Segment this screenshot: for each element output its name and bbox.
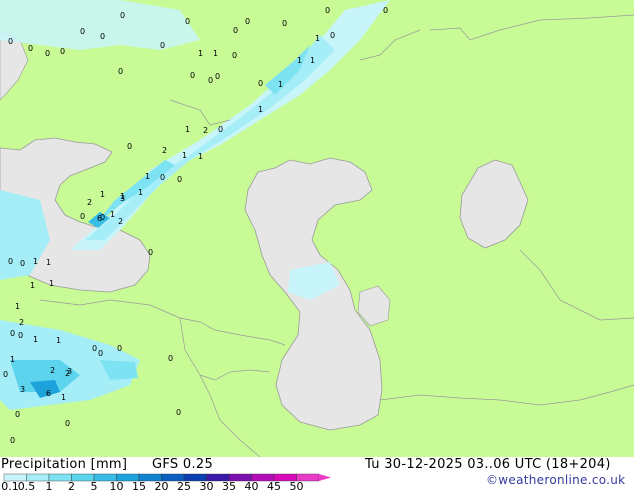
precip-value-label: 0 [92,344,98,353]
legend-label: 45 [267,480,281,490]
precip-value-label: 0 [117,344,123,353]
precip-value-label: 0 [10,436,16,445]
precip-value-label: 1 [30,281,36,290]
precip-value-label: 1 [110,210,116,219]
precip-value-label: 1 [10,355,16,364]
precip-value-label: 0 [233,26,239,35]
precip-value-label: 1 [297,56,303,65]
precip-value-label: 0 [232,51,238,60]
precip-value-label: 0 [177,175,183,184]
precip-value-label: 1 [213,49,219,58]
precip-value-label: 0 [8,37,14,46]
precip-value-label: 1 [46,258,52,267]
legend-label: 40 [245,480,259,490]
precip-value-label: 0 [3,370,9,379]
precip-value-label: 0 [10,329,16,338]
legend-label: 0.5 [18,480,36,490]
precip-value-label: 1 [198,49,204,58]
precip-value-label: 0 [120,11,126,20]
precip-value-label: 1 [15,302,21,311]
map-footer: Precipitation [mm] GFS 0.25 Tu 30-12-202… [0,457,634,490]
precip-value-label: 0 [215,72,221,81]
precip-value-label: 1 [198,152,204,161]
legend-label: 25 [177,480,191,490]
precip-value-label: 0 [330,31,336,40]
precip-value-label: 1 [33,335,39,344]
precip-value-label: 1 [185,125,191,134]
precip-value-label: 0 [80,212,86,221]
precip-value-label: 0 [208,76,214,85]
legend-arrow [319,474,331,481]
legend-label: 2 [68,480,75,490]
precip-value-label: 0 [383,6,389,15]
precip-value-label: 2 [19,318,25,327]
legend-label: 5 [91,480,98,490]
precip-value-label: 3 [120,194,126,203]
precip-value-label: 1 [61,393,67,402]
precip-value-label: 0 [258,79,264,88]
legend-label: 50 [290,480,304,490]
precip-value-label: 1 [100,190,106,199]
precip-value-label: 1 [33,257,39,266]
precip-value-label: 2 [50,366,56,375]
precip-value-label: 1 [310,56,316,65]
precip-value-label: 0 [168,354,174,363]
precip-value-label: 0 [190,71,196,80]
precip-value-label: 6 [97,214,103,223]
precip-value-label: 0 [8,257,14,266]
precip-value-label: 0 [282,19,288,28]
precip-value-label: 1 [56,336,62,345]
legend-label: 0.1 [1,480,19,490]
legend-label: 1 [46,480,53,490]
credit-text: ©weatheronline.co.uk [486,473,626,487]
precip-value-label: 0 [80,27,86,36]
precip-value-label: 2 [65,369,71,378]
precip-value-label: 2 [162,146,168,155]
precip-value-label: 3 [20,385,26,394]
precip-value-label: 0 [127,142,133,151]
legend-colorbar: 0.1 0.5 1 2 5 10 15 20 25 30 35 40 45 50 [1,473,331,490]
precip-value-label: 0 [28,44,34,53]
precip-value-label: 1 [315,34,321,43]
legend-label: 35 [222,480,236,490]
precip-value-label: 0 [15,410,21,419]
precip-value-label: 1 [49,279,55,288]
precip-value-label: 2 [203,126,209,135]
legend-label: 20 [155,480,169,490]
legend-label: 10 [110,480,124,490]
precip-value-label: 0 [18,331,24,340]
precip-value-label: 0 [325,6,331,15]
precip-value-label: 2 [118,217,124,226]
precip-value-label: 0 [60,47,66,56]
precip-value-label: 0 [100,32,106,41]
precip-value-label: 0 [185,17,191,26]
precip-value-label: 0 [20,259,26,268]
precip-value-label: 0 [218,125,224,134]
precip-value-label: 0 [65,419,71,428]
legend-label: 15 [132,480,146,490]
precip-value-label: 1 [182,151,188,160]
precip-value-label: 1 [145,172,151,181]
precip-value-label: 0 [176,408,182,417]
precip-value-label: 0 [118,67,124,76]
precip-value-label: 0 [245,17,251,26]
forecast-datetime: Tu 30-12-2025 03..06 UTC (18+204) [365,457,611,472]
precip-value-label: 1 [138,188,144,197]
precip-value-label: 0 [98,349,104,358]
precip-value-label: 2 [87,198,93,207]
precip-value-label: 1 [258,105,264,114]
precip-value-label: 0 [160,173,166,182]
precip-value-label: 6 [46,389,52,398]
precip-value-label: 0 [45,49,51,58]
legend-label: 30 [200,480,214,490]
precip-value-label: 1 [278,80,284,89]
precip-value-label: 0 [160,41,166,50]
precipitation-map: 0000000000000000000011000111011120211100… [0,0,634,457]
precip-value-label: 0 [148,248,154,257]
